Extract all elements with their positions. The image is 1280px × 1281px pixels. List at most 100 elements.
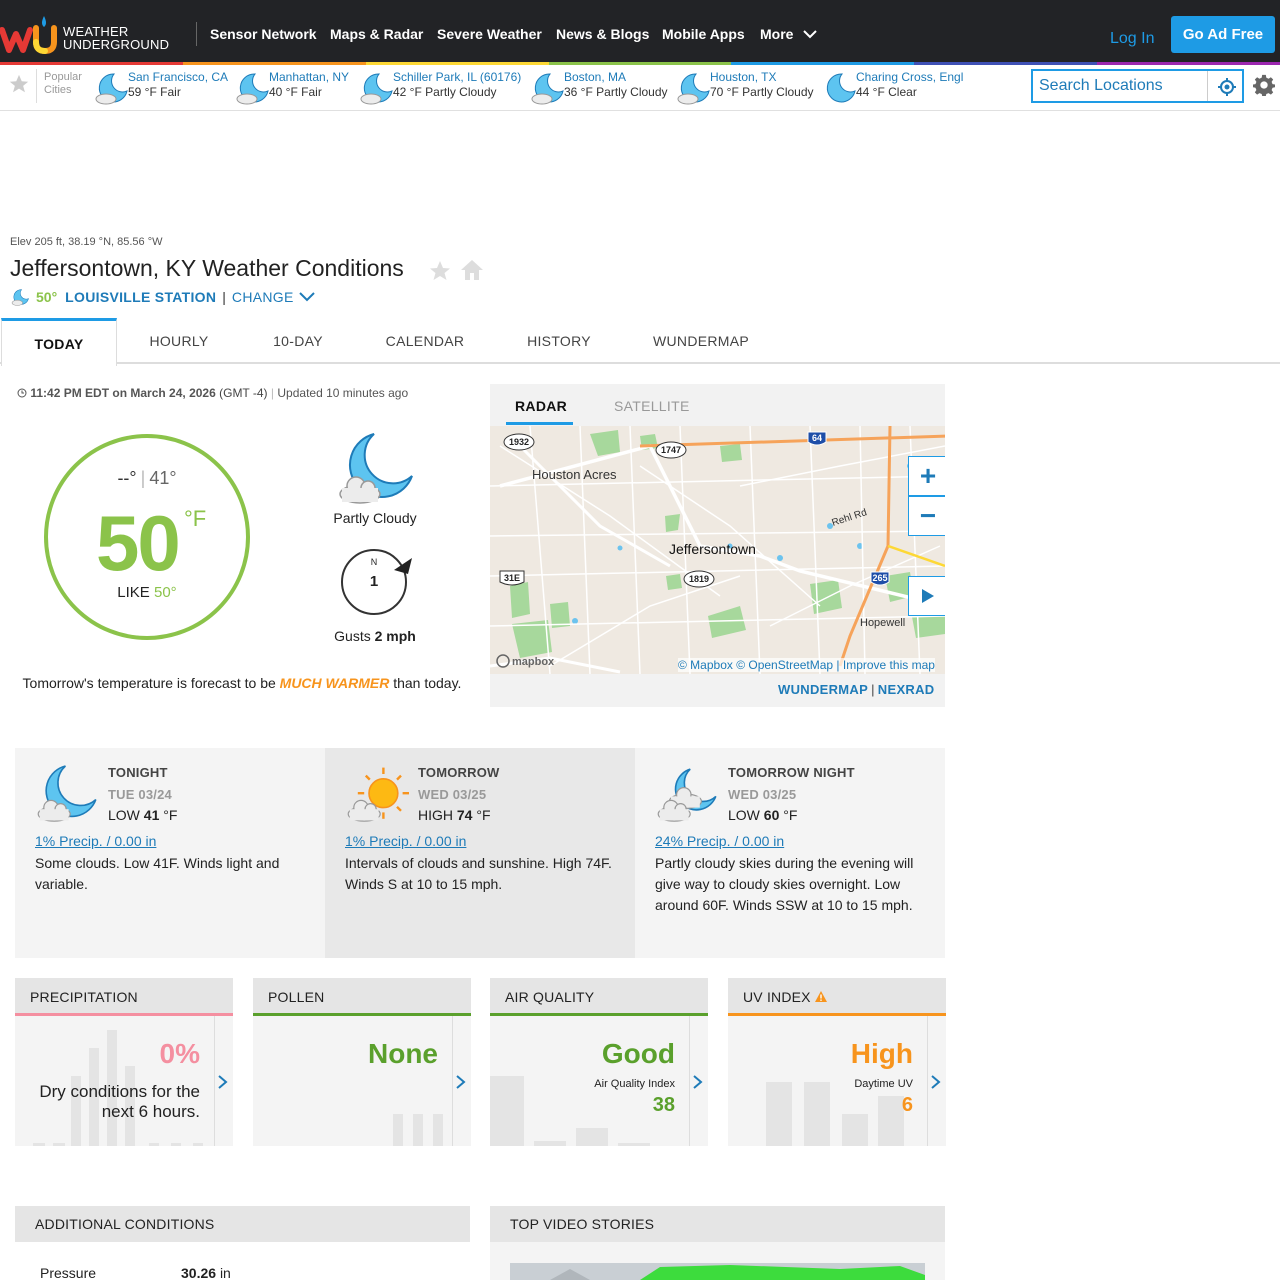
go-ad-free-button[interactable]: Go Ad Free (1171, 16, 1275, 53)
precipitation-card[interactable]: PRECIPITATION 0% Dry conditions for the … (15, 978, 233, 1146)
gear-icon[interactable] (1253, 74, 1275, 96)
outlook-highlight: MUCH WARMER (279, 675, 390, 691)
change-station-button[interactable]: CHANGE (232, 289, 294, 305)
nav-more-label: More (760, 26, 794, 42)
history-bar (534, 1141, 566, 1146)
forecast-temp-unit: °F (476, 807, 491, 823)
popular-label-line-1: Popular (44, 71, 82, 83)
observation-time: 11:42 PM EDT on March 24, 2026 (GMT -4) … (17, 386, 408, 400)
outlook-text-post: than today. (393, 675, 462, 691)
wu-logo-icon (0, 16, 57, 54)
chevron-right-icon[interactable] (217, 1074, 229, 1090)
forecast-temp-label: HIGH (418, 807, 453, 823)
search-input[interactable] (1033, 71, 1208, 101)
today-low: 41° (149, 468, 177, 488)
nav-sensor-network[interactable]: Sensor Network (210, 26, 317, 42)
forecast-card-tomorrow: TOMORROW WED 03/25 HIGH 74 °F 1% Precip.… (325, 748, 635, 958)
tab-wundermap[interactable]: WUNDERMAP (640, 318, 762, 364)
tab-history[interactable]: HISTORY (510, 318, 608, 364)
history-bar (393, 1114, 403, 1146)
moon-cloud-icon (236, 73, 269, 105)
partly-cloudy-night-icon (339, 433, 413, 504)
wind-direction-arrow-icon (394, 558, 412, 574)
nexrad-link[interactable]: NEXRAD (878, 682, 935, 697)
gusts-label: Gusts (334, 628, 371, 644)
forecast-temp-value: 41 (143, 807, 160, 823)
wundermap-link[interactable]: WUNDERMAP (778, 682, 868, 697)
forecast-precip-link[interactable]: 1% Precip. / 0.00 in (35, 833, 156, 849)
current-temperature: 50 (96, 499, 181, 587)
nav-mobile-apps[interactable]: Mobile Apps (662, 26, 745, 42)
place-hopewell: Hopewell (860, 617, 905, 629)
panel-title: ADDITIONAL CONDITIONS (15, 1206, 470, 1242)
favorite-star-icon[interactable] (428, 259, 452, 283)
active-tab-indicator (506, 422, 573, 425)
forecast-temp: LOW 60 °F (728, 807, 797, 823)
chevron-right-icon[interactable] (692, 1074, 704, 1090)
uv-index-card[interactable]: UV INDEX High Daytime UV 6 (728, 978, 946, 1146)
air-quality-card[interactable]: AIR QUALITY Good Air Quality Index 38 (490, 978, 708, 1146)
outlook-text-pre: Tomorrow's temperature is forecast to be (22, 675, 276, 691)
observation-timezone: (GMT -4) (219, 386, 268, 400)
air-quality-index-label: Air Quality Index (594, 1078, 675, 1090)
forecast-temp-unit: °F (783, 807, 798, 823)
pressure-value: 30.26 in (181, 1265, 231, 1281)
popular-label-line-2: Cities (44, 84, 72, 96)
zoom-in-button[interactable]: + (908, 456, 945, 496)
station-temp: 50° (36, 289, 58, 305)
play-animation-button[interactable] (908, 576, 945, 616)
nav-maps-radar[interactable]: Maps & Radar (330, 26, 423, 42)
chevron-down-icon[interactable] (298, 291, 315, 303)
pollen-card[interactable]: POLLEN None (253, 978, 471, 1146)
hi-lo-divider: | (140, 468, 146, 488)
precip-chance: 0% (159, 1038, 200, 1069)
station-name[interactable]: LOUISVILLE STATION (65, 289, 216, 305)
tab-10-day[interactable]: 10-DAY (245, 318, 351, 364)
star-icon[interactable] (8, 73, 30, 95)
zoom-out-button[interactable]: − (908, 496, 945, 536)
moon-icon (826, 73, 856, 103)
radar-map[interactable]: 1932 1747 64 1819 31E 265 Houston Acres … (490, 426, 945, 674)
history-bar (433, 1114, 443, 1146)
search-box (1031, 69, 1244, 103)
nav-news-blogs[interactable]: News & Blogs (556, 26, 649, 42)
locate-me-icon[interactable] (1217, 77, 1237, 97)
popular-cities-label: Popular Cities (36, 69, 82, 103)
city-name: San Francisco, CA (128, 70, 229, 84)
map-links: WUNDERMAP | NEXRAD (778, 682, 934, 697)
history-bar (413, 1114, 423, 1146)
radar-tabs: RADAR SATELLITE (490, 384, 945, 426)
wunderground-logo[interactable]: WEATHER UNDERGROUND (0, 12, 180, 56)
forecast-precip-link[interactable]: 24% Precip. / 0.00 in (655, 833, 784, 849)
tab-satellite[interactable]: SATELLITE (614, 398, 690, 414)
login-link[interactable]: Log In (1110, 30, 1154, 48)
map-links-divider: | (871, 682, 875, 697)
nav-severe-weather[interactable]: Severe Weather (437, 26, 542, 42)
tab-hourly[interactable]: HOURLY (126, 318, 232, 364)
chevron-right-icon[interactable] (455, 1074, 467, 1090)
history-bar (576, 1128, 608, 1146)
interstate-265-label: 265 (872, 573, 887, 583)
forecast-precip-link[interactable]: 1% Precip. / 0.00 in (345, 833, 466, 849)
today-high: --° (117, 468, 137, 488)
forecast-description: Partly cloudy skies during the evening w… (655, 855, 914, 913)
nav-more[interactable]: More (760, 26, 818, 42)
history-bar (766, 1082, 792, 1146)
tab-radar[interactable]: RADAR (515, 398, 567, 414)
tab-calendar[interactable]: CALENDAR (370, 318, 480, 364)
history-bar (53, 1143, 65, 1146)
route-1932-label: 1932 (509, 437, 529, 447)
tab-today[interactable]: TODAY (1, 318, 117, 366)
uv-title-text: UV INDEX (743, 989, 811, 1005)
forecast-temp-label: LOW (108, 807, 140, 823)
forecast-date: TUE 03/24 (108, 787, 172, 802)
hi-lo-temps: --° | 41° (48, 468, 246, 489)
map-attribution[interactable]: © Mapbox © OpenStreetMap | Improve this … (678, 658, 935, 672)
city-weather: 44 °F Clear (856, 85, 917, 99)
chevron-right-icon[interactable] (930, 1074, 942, 1090)
home-icon[interactable] (460, 258, 484, 282)
condition-label: Partly Cloudy (333, 510, 417, 526)
temperature-unit: °F (184, 506, 207, 531)
video-thumbnail[interactable] (510, 1263, 925, 1280)
forecast-date: WED 03/25 (418, 787, 487, 802)
